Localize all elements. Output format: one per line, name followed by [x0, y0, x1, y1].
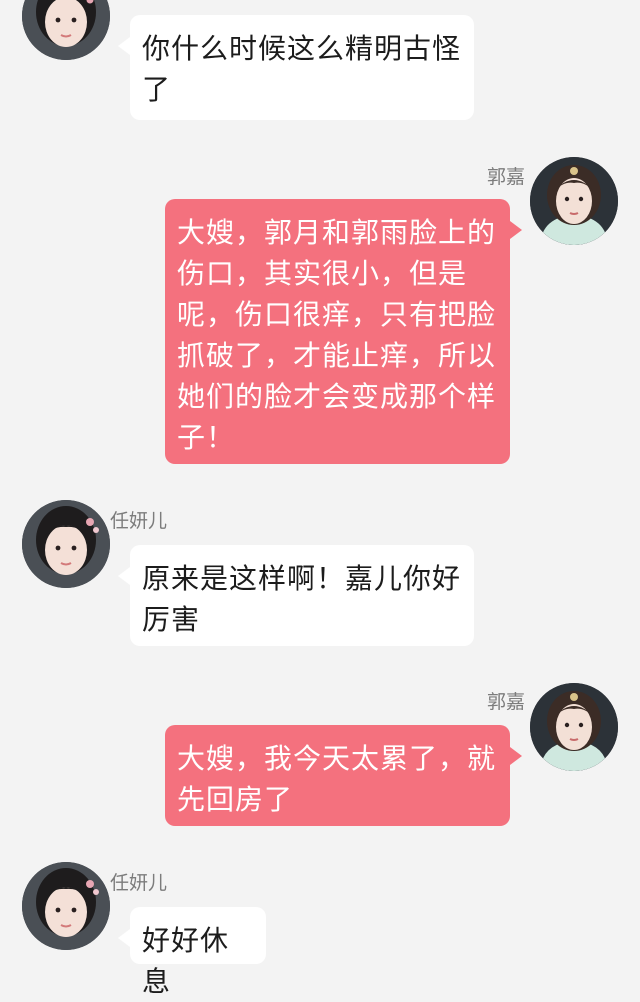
sender-name: 任妍儿 — [110, 510, 168, 532]
message-text: 你什么时候这么精明古怪了 — [142, 32, 462, 106]
message-bubble[interactable]: 原来是这样啊！嘉儿你好厉害 — [118, 545, 474, 646]
sender-name: 郭嘉 — [487, 691, 526, 713]
message-bubble[interactable]: 大嫂，郭月和郭雨脸上的伤口，其实很小，但是呢，伤口很痒，只有把脸抓破了，才能止痒… — [165, 199, 522, 464]
avatar-icon[interactable] — [530, 683, 618, 771]
message-text: 大嫂，郭月和郭雨脸上的伤口，其实很小，但是呢，伤口很痒，只有把脸抓破了，才能止痒… — [177, 216, 497, 454]
avatar-icon[interactable] — [22, 500, 110, 588]
message-text: 大嫂，我今天太累了，就先回房了 — [177, 742, 497, 816]
sender-name: 郭嘉 — [487, 166, 526, 188]
sender-name: 任妍儿 — [110, 872, 168, 894]
avatar-icon[interactable] — [22, 0, 110, 60]
message-bubble[interactable]: 大嫂，我今天太累了，就先回房了 — [165, 725, 522, 826]
avatar-icon[interactable] — [22, 862, 110, 950]
message-text: 原来是这样啊！嘉儿你好厉害 — [142, 562, 462, 636]
avatar-icon[interactable] — [530, 157, 618, 245]
message-bubble[interactable]: 好好休息 — [118, 907, 266, 998]
message-text: 好好休息 — [142, 924, 230, 998]
message-bubble[interactable]: 你什么时候这么精明古怪了 — [118, 15, 474, 120]
